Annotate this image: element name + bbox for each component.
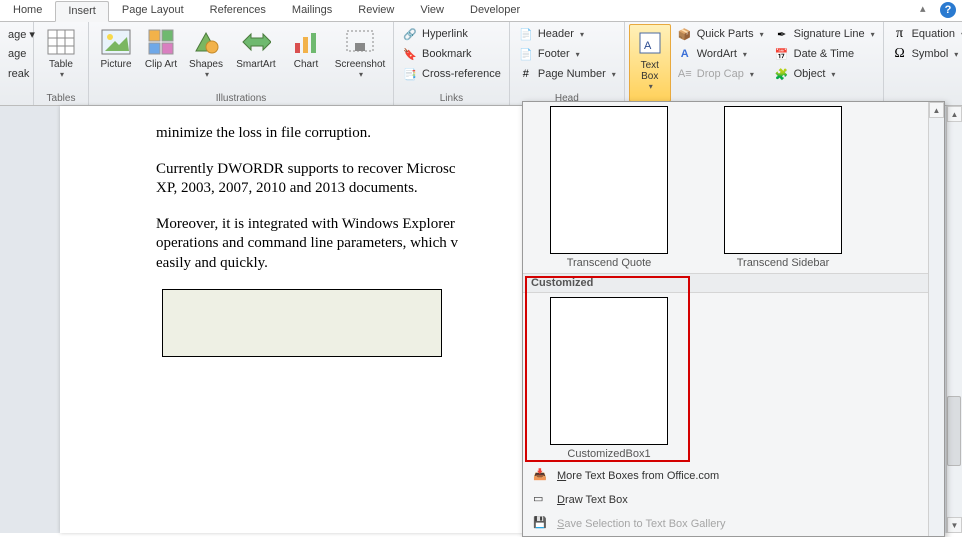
- wordart-icon: A: [677, 46, 693, 62]
- tab-insert[interactable]: Insert: [55, 1, 109, 22]
- ribbon: age ▾ age reak Table▾ Tables Picture Cli…: [0, 22, 962, 106]
- datetime-icon: 📅: [774, 46, 790, 62]
- page-number-button[interactable]: #Page Number▾: [514, 64, 620, 84]
- tab-developer[interactable]: Developer: [457, 0, 533, 21]
- equation-button[interactable]: πEquation▾: [888, 24, 962, 44]
- table-button[interactable]: Table▾: [38, 24, 84, 91]
- gallery-item-customized-box1[interactable]: CustomizedBox1: [529, 297, 689, 460]
- footer-icon: 📄: [518, 46, 534, 62]
- svg-text:A: A: [644, 40, 652, 52]
- help-icon[interactable]: ?: [940, 2, 956, 18]
- draw-text-box-cmd[interactable]: ▭Draw Text Box: [523, 488, 944, 512]
- picture-icon: [101, 26, 131, 58]
- save-gallery-icon: 💾: [533, 516, 549, 532]
- scroll-up-button[interactable]: ▲: [947, 106, 962, 122]
- object-button[interactable]: 🧩Object▾: [770, 64, 879, 84]
- gallery-thumb: [550, 106, 668, 254]
- scroll-thumb[interactable]: [947, 396, 961, 466]
- header-button[interactable]: 📄Header▾: [514, 24, 620, 44]
- sigline-icon: ✒: [774, 26, 790, 42]
- chart-button[interactable]: Chart: [283, 24, 329, 91]
- tab-page-layout[interactable]: Page Layout: [109, 0, 197, 21]
- vertical-scrollbar[interactable]: ▲ ▼: [946, 106, 962, 533]
- group-label-tables: Tables: [38, 92, 84, 105]
- drop-cap-button[interactable]: A≡Drop Cap▾: [673, 64, 768, 84]
- bookmark-icon: 🔖: [402, 46, 418, 62]
- cover-page-button[interactable]: age ▾: [4, 24, 29, 44]
- quick-parts-button[interactable]: 📦Quick Parts▾: [673, 24, 768, 44]
- tab-references[interactable]: References: [197, 0, 279, 21]
- date-time-button[interactable]: 📅Date & Time: [770, 44, 879, 64]
- hyperlink-icon: 🔗: [402, 26, 418, 42]
- page-break-button[interactable]: reak: [4, 64, 29, 84]
- group-label-pages: [4, 103, 29, 105]
- gallery-caption: Transcend Quote: [567, 257, 652, 269]
- quickparts-icon: 📦: [677, 26, 693, 42]
- blank-page-button[interactable]: age: [4, 44, 29, 64]
- gallery-thumb: [724, 106, 842, 254]
- gallery-item-transcend-quote[interactable]: Transcend Quote: [529, 106, 689, 269]
- hyperlink-button[interactable]: 🔗Hyperlink: [398, 24, 505, 44]
- gallery-caption: Transcend Sidebar: [737, 257, 830, 269]
- more-text-boxes-cmd[interactable]: 📥More Text Boxes from Office.com: [523, 464, 944, 488]
- shapes-button[interactable]: Shapes▾: [183, 24, 229, 91]
- inserted-text-box[interactable]: [162, 289, 442, 357]
- gallery-thumb: [550, 297, 668, 445]
- bookmark-button[interactable]: 🔖Bookmark: [398, 44, 505, 64]
- textbox-icon: A: [638, 27, 662, 59]
- picture-button[interactable]: Picture: [93, 24, 139, 91]
- gallery-caption: CustomizedBox1: [567, 448, 650, 460]
- header-icon: 📄: [518, 26, 534, 42]
- equation-icon: π: [892, 26, 908, 42]
- clipart-icon: [148, 26, 174, 58]
- smartart-icon: [241, 26, 271, 58]
- object-icon: 🧩: [774, 66, 790, 82]
- symbol-icon: Ω: [892, 46, 908, 62]
- group-label-illustrations: Illustrations: [93, 92, 389, 105]
- text-box-gallery: ▲ Transcend Quote Transcend Sidebar Cust…: [522, 101, 945, 537]
- tab-review[interactable]: Review: [345, 0, 407, 21]
- gallery-scroll-up[interactable]: ▲: [929, 102, 944, 118]
- table-icon: [47, 26, 75, 58]
- tab-mailings[interactable]: Mailings: [279, 0, 345, 21]
- cross-reference-button[interactable]: 📑Cross-reference: [398, 64, 505, 84]
- tab-home[interactable]: Home: [0, 0, 55, 21]
- crossref-icon: 📑: [402, 66, 418, 82]
- ribbon-tabs: Home Insert Page Layout References Maili…: [0, 0, 962, 22]
- office-icon: 📥: [533, 468, 549, 484]
- save-selection-cmd: 💾Save Selection to Text Box Gallery: [523, 512, 944, 536]
- group-label-links: Links: [398, 92, 505, 105]
- symbol-button[interactable]: ΩSymbol▾: [888, 44, 962, 64]
- text-box-button[interactable]: A Text Box▾: [629, 24, 671, 102]
- footer-button[interactable]: 📄Footer▾: [514, 44, 620, 64]
- minimize-ribbon-icon[interactable]: ▴: [920, 2, 936, 18]
- draw-textbox-icon: ▭: [533, 492, 549, 508]
- screenshot-button[interactable]: Screenshot▾: [331, 24, 389, 91]
- screenshot-icon: [345, 26, 375, 58]
- shapes-icon: [192, 26, 220, 58]
- gallery-section-header: Customized: [523, 273, 944, 293]
- pagenum-icon: #: [518, 66, 534, 82]
- smartart-button[interactable]: SmartArt: [231, 24, 281, 91]
- scroll-down-button[interactable]: ▼: [947, 517, 962, 533]
- clipart-button[interactable]: Clip Art: [141, 24, 181, 91]
- dropcap-icon: A≡: [677, 66, 693, 82]
- chart-icon: [292, 26, 320, 58]
- wordart-button[interactable]: AWordArt▾: [673, 44, 768, 64]
- tab-view[interactable]: View: [407, 0, 457, 21]
- signature-line-button[interactable]: ✒Signature Line▾: [770, 24, 879, 44]
- gallery-item-transcend-sidebar[interactable]: Transcend Sidebar: [703, 106, 863, 269]
